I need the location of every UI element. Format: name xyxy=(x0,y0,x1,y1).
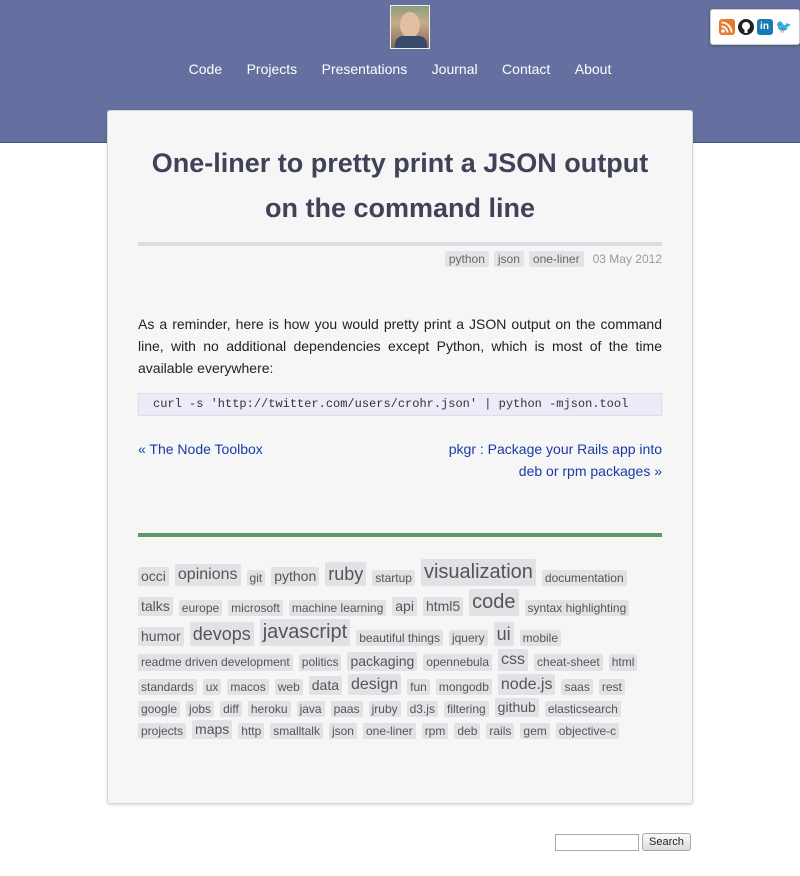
tag-cloud-item[interactable]: syntax highlighting xyxy=(524,599,630,616)
post-tag-one-liner[interactable]: one-liner xyxy=(528,251,584,267)
tag-cloud-item[interactable]: ui xyxy=(493,621,514,646)
tag-cloud-item[interactable]: objective-c xyxy=(555,722,620,739)
avatar-face xyxy=(400,12,420,38)
tag-cloud-item[interactable]: diff xyxy=(220,700,242,718)
tag-cloud-item[interactable]: readme driven development xyxy=(138,654,293,671)
tag-cloud-item[interactable]: filtering xyxy=(443,700,489,718)
tag-cloud-item[interactable]: cheat-sheet xyxy=(534,654,603,671)
tag-cloud-item[interactable]: css xyxy=(498,649,529,671)
twitter-icon[interactable]: 🐦 xyxy=(775,19,792,35)
main-nav: Code Projects Presentations Journal Cont… xyxy=(0,58,800,80)
tag-cloud-item[interactable]: documentation xyxy=(541,569,627,586)
tag-cloud-item[interactable]: github xyxy=(494,698,539,718)
avatar-shirt xyxy=(395,36,427,48)
search-button[interactable]: Search xyxy=(642,833,691,851)
tag-cloud-item[interactable]: startup xyxy=(372,569,415,586)
tag-cloud-item[interactable]: deb xyxy=(454,722,481,739)
tag-cloud-item[interactable]: projects xyxy=(138,722,187,739)
tag-cloud-item[interactable]: smalltalk xyxy=(270,722,323,739)
tag-cloud-item[interactable]: machine learning xyxy=(288,599,387,616)
tag-cloud-item[interactable]: python xyxy=(271,567,320,586)
next-post-link[interactable]: pkgr : Package your Rails app into deb o… xyxy=(432,438,662,482)
post-card: One-liner to pretty print a JSON output … xyxy=(107,110,693,804)
tag-cloud-item[interactable]: devops xyxy=(189,621,254,646)
tag-cloud-item[interactable]: rest xyxy=(598,679,625,696)
search-input[interactable] xyxy=(555,833,639,851)
nav-link-about[interactable]: About xyxy=(575,58,612,80)
tag-cloud-item[interactable]: talks xyxy=(138,597,173,616)
tag-cloud-item[interactable]: macos xyxy=(227,679,269,696)
tag-cloud-item[interactable]: beautiful things xyxy=(356,629,443,646)
tag-cloud-item[interactable]: d3.js xyxy=(406,700,438,718)
tag-cloud-item[interactable]: visualization xyxy=(420,559,536,586)
tag-cloud-item[interactable]: microsoft xyxy=(228,599,283,616)
nav-link-contact[interactable]: Contact xyxy=(502,58,550,80)
tag-cloud-item[interactable]: rpm xyxy=(421,722,449,739)
tag-cloud-item[interactable]: opinions xyxy=(174,564,241,586)
nav-link-code[interactable]: Code xyxy=(189,58,222,80)
social-links: in 🐦 xyxy=(710,9,800,45)
author-avatar[interactable] xyxy=(390,5,430,49)
tag-cloud-item[interactable]: one-liner xyxy=(362,722,416,739)
tag-cloud-item[interactable]: humor xyxy=(138,627,184,646)
search-form: Search xyxy=(555,833,691,851)
tag-cloud-item[interactable]: mongodb xyxy=(435,679,492,696)
tag-cloud-item[interactable]: politics xyxy=(298,654,342,671)
post-tag-json[interactable]: json xyxy=(493,251,524,267)
rss-icon[interactable] xyxy=(718,19,735,35)
tag-cloud-item[interactable]: fun xyxy=(407,679,430,696)
tag-cloud-item[interactable]: mobile xyxy=(519,629,562,646)
tag-cloud-item[interactable]: standards xyxy=(138,679,197,696)
tag-cloud-item[interactable]: node.js xyxy=(497,673,556,696)
tag-cloud-item[interactable]: ruby xyxy=(325,561,367,586)
nav-link-journal[interactable]: Journal xyxy=(432,58,478,80)
nav-link-projects[interactable]: Projects xyxy=(247,58,298,80)
tag-cloud-item[interactable]: html5 xyxy=(422,597,464,616)
title-divider xyxy=(138,242,662,246)
tag-cloud-item[interactable]: java xyxy=(296,700,325,718)
tag-cloud-divider xyxy=(138,533,662,537)
tag-cloud-item[interactable]: europe xyxy=(178,599,223,616)
tag-cloud-item[interactable]: maps xyxy=(192,720,233,739)
tag-cloud-item[interactable]: api xyxy=(392,597,417,616)
tag-cloud-item[interactable]: elasticsearch xyxy=(544,700,621,718)
tag-cloud-item[interactable]: paas xyxy=(330,700,363,718)
tag-cloud-item[interactable]: web xyxy=(274,679,303,696)
tag-cloud-item[interactable]: rails xyxy=(486,722,515,739)
tag-cloud-item[interactable]: saas xyxy=(561,679,593,696)
github-icon[interactable] xyxy=(737,19,754,35)
tag-cloud-item[interactable]: jquery xyxy=(448,629,488,646)
tag-cloud-item[interactable]: occi xyxy=(138,567,169,586)
tag-cloud-item[interactable]: google xyxy=(138,700,181,718)
tag-cloud-item[interactable]: ux xyxy=(202,679,222,696)
prev-post-link[interactable]: « The Node Toolbox xyxy=(138,438,263,460)
code-block: curl -s 'http://twitter.com/users/crohr.… xyxy=(138,393,662,416)
nav-link-presentations[interactable]: Presentations xyxy=(322,58,408,80)
tag-cloud-item[interactable]: gem xyxy=(520,722,550,739)
post-date: 03 May 2012 xyxy=(592,252,662,266)
tag-cloud-item[interactable]: json xyxy=(328,722,357,739)
linkedin-icon[interactable]: in xyxy=(756,19,773,35)
tag-cloud-item[interactable]: jobs xyxy=(186,700,215,718)
tag-cloud-item[interactable]: jruby xyxy=(368,700,401,718)
tag-cloud-item[interactable]: http xyxy=(238,722,265,739)
post-title: One-liner to pretty print a JSON output … xyxy=(151,148,649,223)
tag-cloud-item[interactable]: opennebula xyxy=(423,654,493,671)
tag-cloud-item[interactable]: design xyxy=(348,673,402,696)
post-tag-python[interactable]: python xyxy=(444,251,489,267)
tag-cloud-item[interactable]: packaging xyxy=(347,651,418,671)
tag-cloud-item[interactable]: javascript xyxy=(259,619,351,646)
tag-cloud-item[interactable]: data xyxy=(308,676,342,696)
post-body: As a reminder, here is how you would pre… xyxy=(138,316,662,376)
tag-cloud-item[interactable]: heroku xyxy=(247,700,291,718)
tag-cloud: occi opinions git python ruby startup visualiz… xyxy=(138,559,666,739)
tag-cloud-item[interactable]: html xyxy=(608,654,638,671)
tag-cloud-item[interactable]: code xyxy=(469,589,519,616)
tag-cloud-item[interactable]: git xyxy=(246,569,266,586)
post-meta: python json one-liner 03 May 2012 xyxy=(444,251,662,267)
